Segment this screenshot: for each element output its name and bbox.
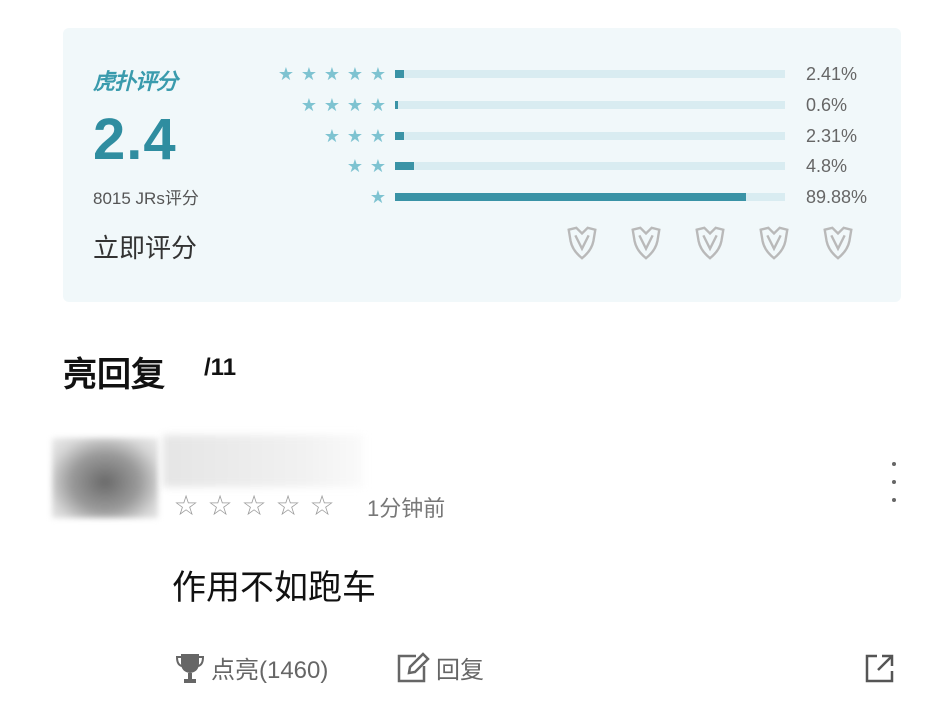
star-icon: ★ [277, 64, 295, 84]
star-outline-icon: ☆ [207, 490, 233, 521]
star-icon: ★ [369, 156, 387, 177]
section-title: 亮回复 [63, 356, 165, 394]
rating-row-stars: ★ ★ ★ ★ ★ [277, 63, 387, 85]
star-icon: ★ [369, 187, 387, 208]
star-outline-icon: ☆ [241, 490, 267, 521]
comment-text: 作用不如跑车 [172, 569, 376, 607]
rating-row-4-star: ★ ★ ★ ★ 0.6% [63, 94, 901, 116]
share-icon[interactable] [864, 652, 896, 684]
rating-bar-track [395, 131, 785, 140]
rating-percent: 2.41% [806, 64, 858, 84]
rate-now-button[interactable]: 立即评分 [93, 228, 197, 265]
star-icon: ★ [346, 156, 364, 177]
rating-bar-track [395, 162, 785, 171]
star-icon: ★ [369, 125, 387, 146]
avatar[interactable] [52, 438, 158, 518]
rating-bar [395, 100, 398, 109]
rating-row-1-star: ★ 89.88% [63, 186, 901, 208]
comment-time: 1分钟前 [367, 496, 446, 521]
rating-percent: 0.6% [806, 94, 848, 115]
rating-bar [395, 193, 746, 202]
trophy-badge-icon[interactable] [563, 224, 601, 262]
trophy-icon [175, 653, 205, 683]
rating-row-5-star: ★ ★ ★ ★ ★ 2.41% [63, 63, 901, 85]
trophy-badge-icon[interactable] [691, 224, 729, 262]
rating-bar-track [395, 193, 785, 202]
rating-bar-track [395, 70, 785, 78]
star-icon: ★ [323, 64, 341, 84]
rating-bar-track [395, 100, 785, 109]
trophy-badge-icon[interactable] [755, 224, 793, 262]
edit-icon [397, 651, 430, 682]
user-rating-stars: ☆ ☆ ☆ ☆ ☆ [172, 489, 336, 523]
trophy-badge-icon[interactable] [819, 224, 857, 262]
section-count: /11 [204, 354, 237, 381]
username[interactable] [163, 435, 363, 487]
star-icon: ★ [346, 94, 364, 115]
reply-label: 回复 [436, 657, 484, 684]
star-icon: ★ [346, 64, 364, 84]
light-button[interactable]: 点亮(1460) [175, 650, 328, 685]
rating-badges [563, 224, 857, 262]
star-icon: ★ [369, 64, 387, 84]
star-icon: ★ [323, 94, 341, 115]
star-icon: ★ [323, 125, 341, 146]
rating-row-3-star: ★ ★ ★ 2.31% [63, 125, 901, 147]
star-icon: ★ [369, 94, 387, 115]
rating-percent: 2.31% [806, 125, 858, 146]
light-label: 点亮(1460) [211, 657, 329, 684]
rating-bar [395, 70, 405, 78]
reply-button[interactable]: 回复 [396, 650, 484, 685]
rating-percent: 4.8% [806, 156, 848, 177]
rating-row-stars: ★ ★ ★ [323, 125, 387, 147]
star-icon: ★ [346, 125, 364, 146]
rating-row-stars: ★ ★ [346, 155, 387, 177]
rating-row-2-star: ★ ★ 4.8% [63, 155, 901, 177]
star-icon: ★ [300, 94, 318, 115]
rating-row-stars: ★ [369, 186, 387, 208]
star-outline-icon: ☆ [173, 490, 199, 521]
star-icon: ★ [300, 64, 318, 84]
rating-bar [395, 131, 404, 140]
rating-bar [395, 162, 414, 171]
trophy-badge-icon[interactable] [627, 224, 665, 262]
star-outline-icon: ☆ [275, 490, 301, 521]
rating-card: 虎扑评分 2.4 8015 JRs评分 立即评分 ★ ★ ★ ★ ★ 2.41% ★ ★ ★ ★ 0… [63, 28, 901, 302]
star-outline-icon: ☆ [309, 490, 335, 521]
rating-percent: 89.88% [806, 187, 868, 208]
more-options-icon[interactable] [884, 462, 904, 502]
rating-row-stars: ★ ★ ★ ★ [300, 94, 387, 116]
